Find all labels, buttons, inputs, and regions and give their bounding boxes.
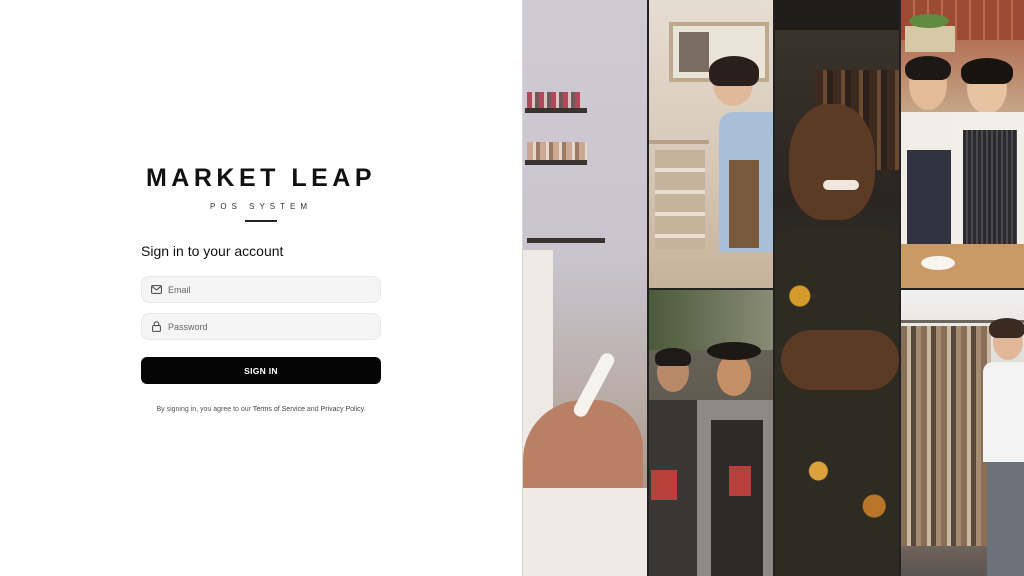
sign-in-button[interactable]: SIGN IN	[141, 357, 381, 384]
collage-photo-shop-owner-floral	[775, 0, 899, 576]
mail-icon	[150, 284, 162, 296]
privacy-policy-link[interactable]: Privacy Policy	[321, 406, 364, 413]
terms-of-service-link[interactable]: Terms of Service	[253, 406, 305, 413]
legal-prefix: By signing in, you agree to our	[156, 406, 253, 413]
collage-photo-cafe-workers	[649, 290, 773, 576]
brand-logo: MARKET LEAP POS SYSTEM	[141, 165, 381, 222]
brand-divider	[245, 220, 277, 222]
legal-suffix: .	[363, 406, 366, 413]
legal-notice: By signing in, you agree to our Terms of…	[131, 405, 391, 414]
password-field[interactable]	[141, 313, 381, 340]
collage-photo-shop-owner	[649, 0, 773, 288]
sign-in-panel: MARKET LEAP POS SYSTEM Sign in to your a…	[0, 0, 522, 576]
photo-collage	[522, 0, 1024, 576]
brand-subtitle: POS SYSTEM	[209, 202, 312, 211]
collage-photo-cafe-owners	[901, 0, 1024, 288]
legal-middle: and	[304, 406, 321, 413]
lock-icon	[150, 321, 162, 333]
password-input[interactable]	[168, 321, 368, 332]
collage-photo-boutique	[901, 290, 1024, 576]
email-field[interactable]	[141, 276, 381, 303]
sign-in-page: MARKET LEAP POS SYSTEM Sign in to your a…	[0, 0, 1024, 576]
email-input[interactable]	[168, 284, 368, 295]
collage-photo-nail-salon	[523, 0, 647, 576]
brand-name: MARKET LEAP	[145, 164, 377, 192]
sign-in-heading: Sign in to your account	[141, 243, 284, 259]
